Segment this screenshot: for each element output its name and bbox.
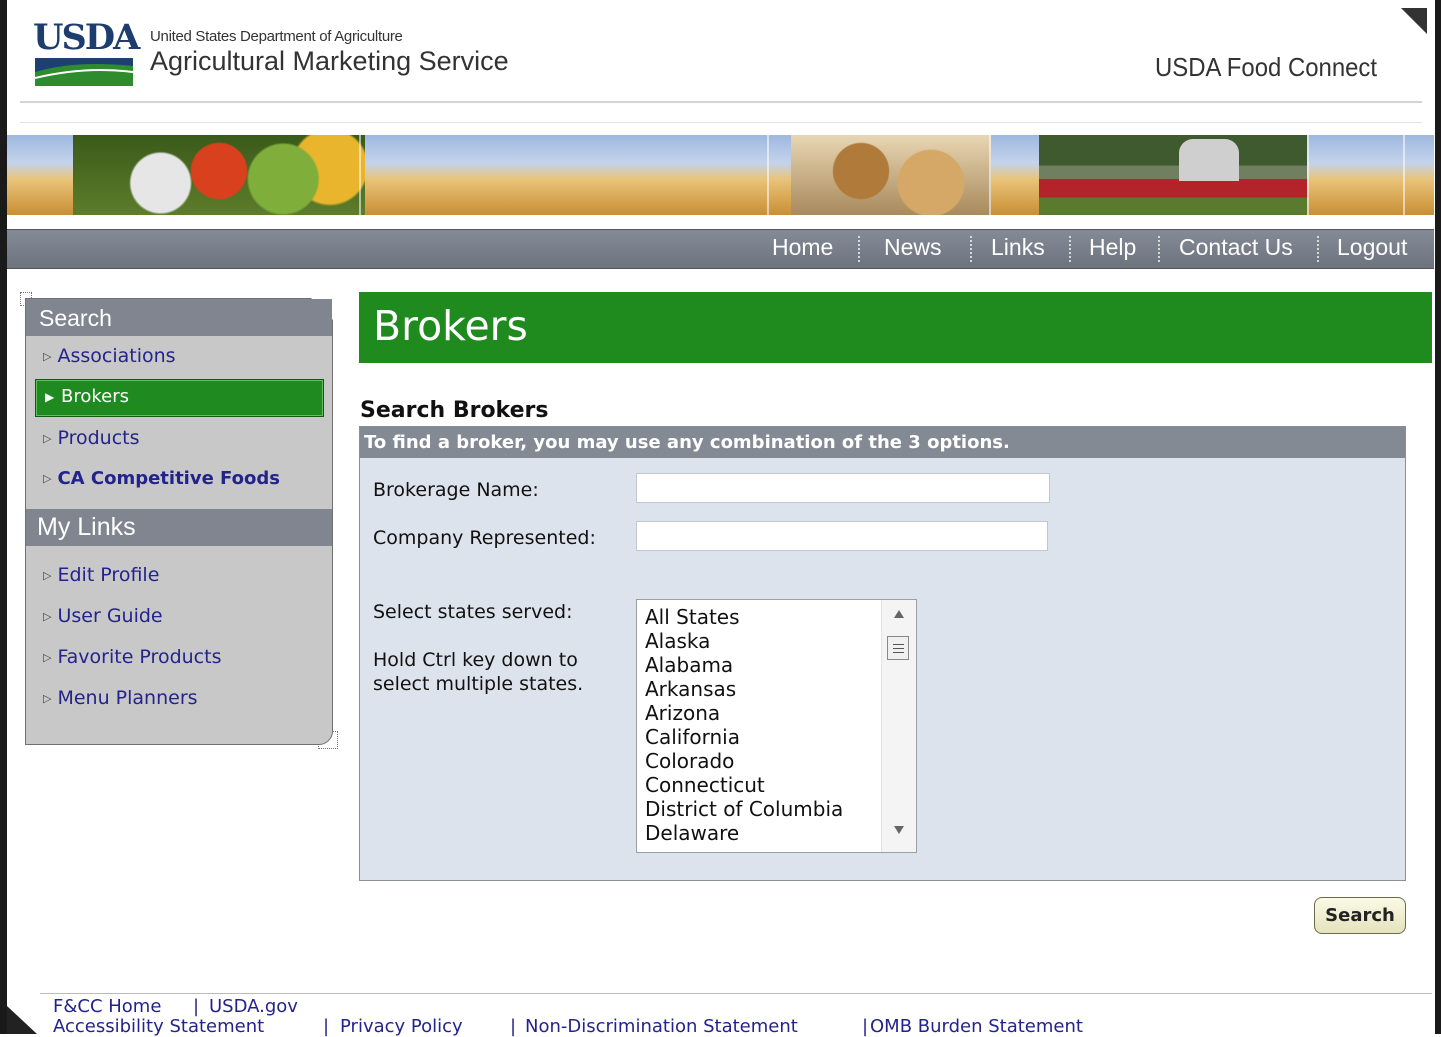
sidebar-item-label: User Guide [57, 605, 163, 627]
triangle-right-icon: ▷ [43, 610, 52, 623]
window-border-right [1435, 0, 1441, 1034]
sidebar-item-label: Favorite Products [57, 646, 222, 668]
nav-links[interactable]: Links [991, 234, 1045, 261]
footer-link-usda-gov[interactable]: USDA.gov [209, 996, 298, 1017]
triangle-right-icon: ▷ [43, 350, 52, 363]
company-represented-input[interactable] [636, 521, 1048, 551]
brokerage-name-label: Brokerage Name: [373, 479, 539, 501]
sidebar-heading-label: My Links [37, 513, 136, 541]
state-option[interactable]: Arizona [645, 701, 720, 725]
states-hint-line-1: Hold Ctrl key down to [373, 649, 578, 671]
sidebar-item-label: Menu Planners [57, 687, 198, 709]
sidebar-item-associations[interactable]: ▷ Associations [43, 345, 176, 367]
scroll-thumb[interactable] [887, 636, 909, 660]
triangle-right-icon: ▷ [43, 569, 52, 582]
state-option[interactable]: Delaware [645, 821, 739, 845]
sidebar-item-label: Edit Profile [57, 564, 160, 586]
nav-home[interactable]: Home [772, 234, 833, 261]
state-option[interactable]: Alabama [645, 653, 733, 677]
state-option[interactable]: District of Columbia [645, 797, 843, 821]
site-title: USDA Food Connect [1155, 52, 1378, 82]
sidebar-my-links-heading: My Links [26, 509, 332, 546]
sidebar-item-label: CA Competitive Foods [57, 468, 280, 489]
state-option[interactable]: All States [645, 605, 740, 629]
search-form-panel: To find a broker, you may use any combin… [359, 426, 1406, 881]
nav-divider [1158, 236, 1160, 262]
logo-wordmark: USDA [33, 17, 140, 58]
footer-separator: | [193, 996, 200, 1017]
state-option[interactable]: California [645, 725, 740, 749]
nav-logout[interactable]: Logout [1337, 234, 1407, 261]
nav-divider [1069, 236, 1071, 262]
triangle-right-icon: ▷ [43, 472, 52, 485]
window-border-left [0, 0, 7, 1034]
state-option[interactable]: Arkansas [645, 677, 736, 701]
agency-name: Agricultural Marketing Service [150, 46, 509, 76]
form-hint: To find a broker, you may use any combin… [364, 432, 1010, 453]
sidebar-item-label: Brokers [61, 386, 130, 407]
brokerage-name-input[interactable] [636, 473, 1050, 503]
state-option[interactable]: Colorado [645, 749, 734, 773]
corner-decoration [1401, 8, 1427, 34]
logo-hills-icon [35, 58, 133, 86]
triangle-right-icon: ▷ [43, 651, 52, 664]
page-title: Brokers [373, 302, 528, 350]
banner-divider [1403, 135, 1405, 215]
sidebar-item-products[interactable]: ▷ Products [43, 427, 140, 449]
usda-logo[interactable]: USDA [33, 17, 140, 86]
nav-divider [970, 236, 972, 262]
sidebar-item-edit-profile[interactable]: ▷ Edit Profile [43, 564, 159, 586]
nav-divider [858, 236, 860, 262]
nav-help[interactable]: Help [1089, 234, 1136, 261]
nav-divider [1317, 236, 1319, 262]
banner-farm-image [1039, 135, 1307, 215]
corner-decoration [7, 1006, 37, 1034]
top-nav: Home News Links Help Contact Us Logout [7, 229, 1434, 269]
triangle-right-icon: ▷ [43, 692, 52, 705]
form-hint-bar: To find a broker, you may use any combin… [360, 427, 1405, 458]
department-name: United States Department of Agriculture [150, 28, 403, 45]
sidebar-heading-label: Search [39, 305, 112, 331]
state-option[interactable]: Connecticut [645, 773, 765, 797]
footer-divider [40, 993, 1432, 994]
sidebar-search-heading: Search [26, 299, 332, 336]
banner-image [7, 135, 1434, 215]
company-represented-label: Company Represented: [373, 527, 596, 549]
sidebar-item-label: Products [57, 427, 140, 449]
states-hint-line-2: select multiple states. [373, 673, 584, 695]
sidebar-item-user-guide[interactable]: ▷ User Guide [43, 605, 163, 627]
nav-contact-us[interactable]: Contact Us [1179, 234, 1293, 261]
sidebar-item-brokers[interactable]: ▶ Brokers [35, 379, 324, 417]
sidebar-item-ca-competitive-foods[interactable]: ▷ CA Competitive Foods [43, 468, 280, 489]
sidebar-item-label: Associations [57, 345, 176, 367]
banner-divider [359, 135, 361, 215]
sidebar-item-favorite-products[interactable]: ▷ Favorite Products [43, 646, 221, 668]
search-button[interactable]: Search [1314, 897, 1406, 934]
banner-fruit-image [73, 135, 365, 215]
states-listbox[interactable]: All States Alaska Alabama Arkansas Arizo… [636, 599, 917, 853]
triangle-right-icon: ▶ [45, 390, 55, 404]
scroll-up-arrow-icon[interactable] [894, 610, 904, 618]
footer-link-fcc-home[interactable]: F&CC Home [53, 996, 161, 1017]
nav-news[interactable]: News [884, 234, 942, 261]
header-divider [20, 101, 1422, 103]
sidebar: Search ▷ Associations ▶ Brokers ▷ Products… [25, 298, 333, 745]
scroll-down-arrow-icon[interactable] [894, 826, 904, 834]
states-scrollbar[interactable] [881, 600, 916, 852]
state-option[interactable]: Alaska [645, 629, 710, 653]
section-heading: Search Brokers [360, 398, 549, 423]
page-title-bar: Brokers [359, 292, 1432, 363]
page-frame: USDA United States Department of Agricul… [0, 0, 1441, 1037]
states-label: Select states served: [373, 601, 573, 623]
banner-divider [767, 135, 769, 215]
header-divider [20, 122, 1422, 123]
sidebar-item-menu-planners[interactable]: ▷ Menu Planners [43, 687, 198, 709]
banner-divider [989, 135, 991, 215]
triangle-right-icon: ▷ [43, 432, 52, 445]
banner-divider [1307, 135, 1309, 215]
banner-bread-image [791, 135, 991, 215]
